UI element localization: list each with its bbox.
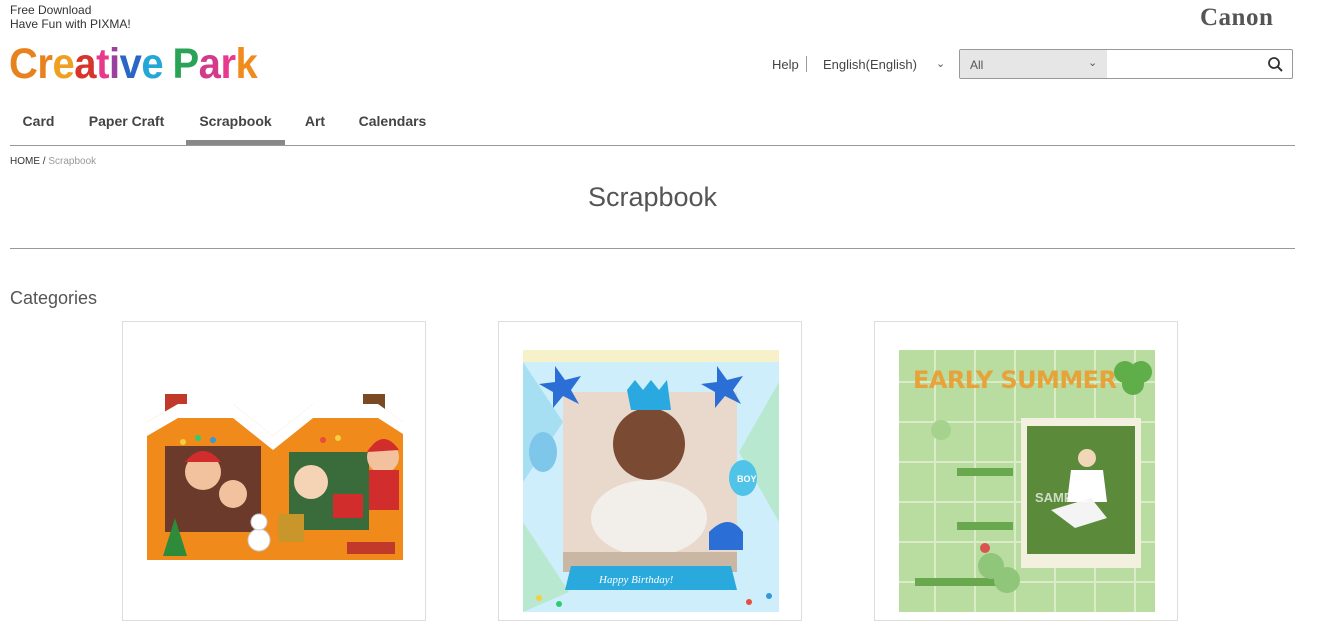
tagline: Free Download Have Fun with PIXMA!: [10, 3, 131, 31]
tab-paper-craft[interactable]: Paper Craft: [77, 104, 176, 142]
logo-letter: t: [96, 40, 109, 88]
search-scope-select[interactable]: All ⌄: [960, 50, 1107, 78]
category-tabs: Card Paper Craft Scrapbook Art Calendars: [10, 104, 1295, 146]
logo-letter: e: [141, 40, 164, 88]
breadcrumb: HOME / Scrapbook: [10, 156, 96, 167]
sample-watermark: SAMPLE: [1035, 490, 1090, 505]
logo-letter: P: [172, 40, 199, 88]
tab-art[interactable]: Art: [295, 104, 335, 142]
early-summer-heading: EARLY SUMMER: [913, 366, 1117, 394]
canon-logo[interactable]: Canon: [1200, 4, 1273, 32]
header-divider: [806, 56, 807, 72]
category-card-birthday[interactable]: BOY Happy Birthday!: [498, 321, 802, 621]
category-card-christmas[interactable]: [122, 321, 426, 621]
logo-letter: r: [220, 40, 236, 88]
tagline-line1: Free Download: [10, 3, 92, 17]
logo-letter: a: [198, 40, 221, 88]
chevron-down-icon: ⌄: [1088, 57, 1098, 69]
logo-letter: [163, 38, 172, 90]
page-title: Scrapbook: [587, 182, 718, 212]
breadcrumb-home[interactable]: HOME: [10, 156, 40, 167]
help-link[interactable]: Help: [772, 57, 799, 72]
tabs-divider: [10, 145, 1295, 146]
birthday-banner-text: Happy Birthday!: [598, 574, 674, 586]
breadcrumb-separator: /: [42, 156, 46, 167]
chevron-down-icon[interactable]: ⌄: [936, 57, 945, 70]
tab-scrapbook[interactable]: Scrapbook: [186, 104, 285, 145]
logo-letter: C: [9, 40, 38, 88]
logo-letter: k: [235, 40, 258, 88]
christmas-house-image: [147, 394, 403, 560]
creative-park-logo[interactable]: Creative Park: [9, 38, 258, 90]
logo-letter: e: [52, 40, 75, 88]
logo-letter: i: [108, 40, 120, 88]
categories-heading: Categories: [10, 288, 98, 308]
logo-letter: a: [74, 40, 97, 88]
balloon-text: BOY: [737, 474, 757, 484]
tab-calendars[interactable]: Calendars: [345, 104, 440, 142]
logo-letter: r: [37, 40, 53, 88]
category-card-early-summer[interactable]: EARLY SUMMER SAMPLE: [874, 321, 1178, 621]
search-input[interactable]: [1109, 52, 1263, 78]
search-scope-label: All: [970, 58, 984, 72]
tab-card[interactable]: Card: [10, 104, 67, 142]
search-bar: All ⌄: [959, 49, 1293, 79]
language-selector[interactable]: English(English): [823, 57, 917, 72]
tagline-line2: Have Fun with PIXMA!: [10, 17, 131, 31]
breadcrumb-current: Scrapbook: [48, 156, 97, 167]
happy-birthday-image: BOY Happy Birthday!: [523, 350, 779, 612]
search-icon[interactable]: [1266, 55, 1286, 75]
title-divider: [10, 248, 1295, 249]
logo-letter: v: [119, 40, 142, 88]
early-summer-image: EARLY SUMMER SAMPLE: [899, 350, 1155, 612]
